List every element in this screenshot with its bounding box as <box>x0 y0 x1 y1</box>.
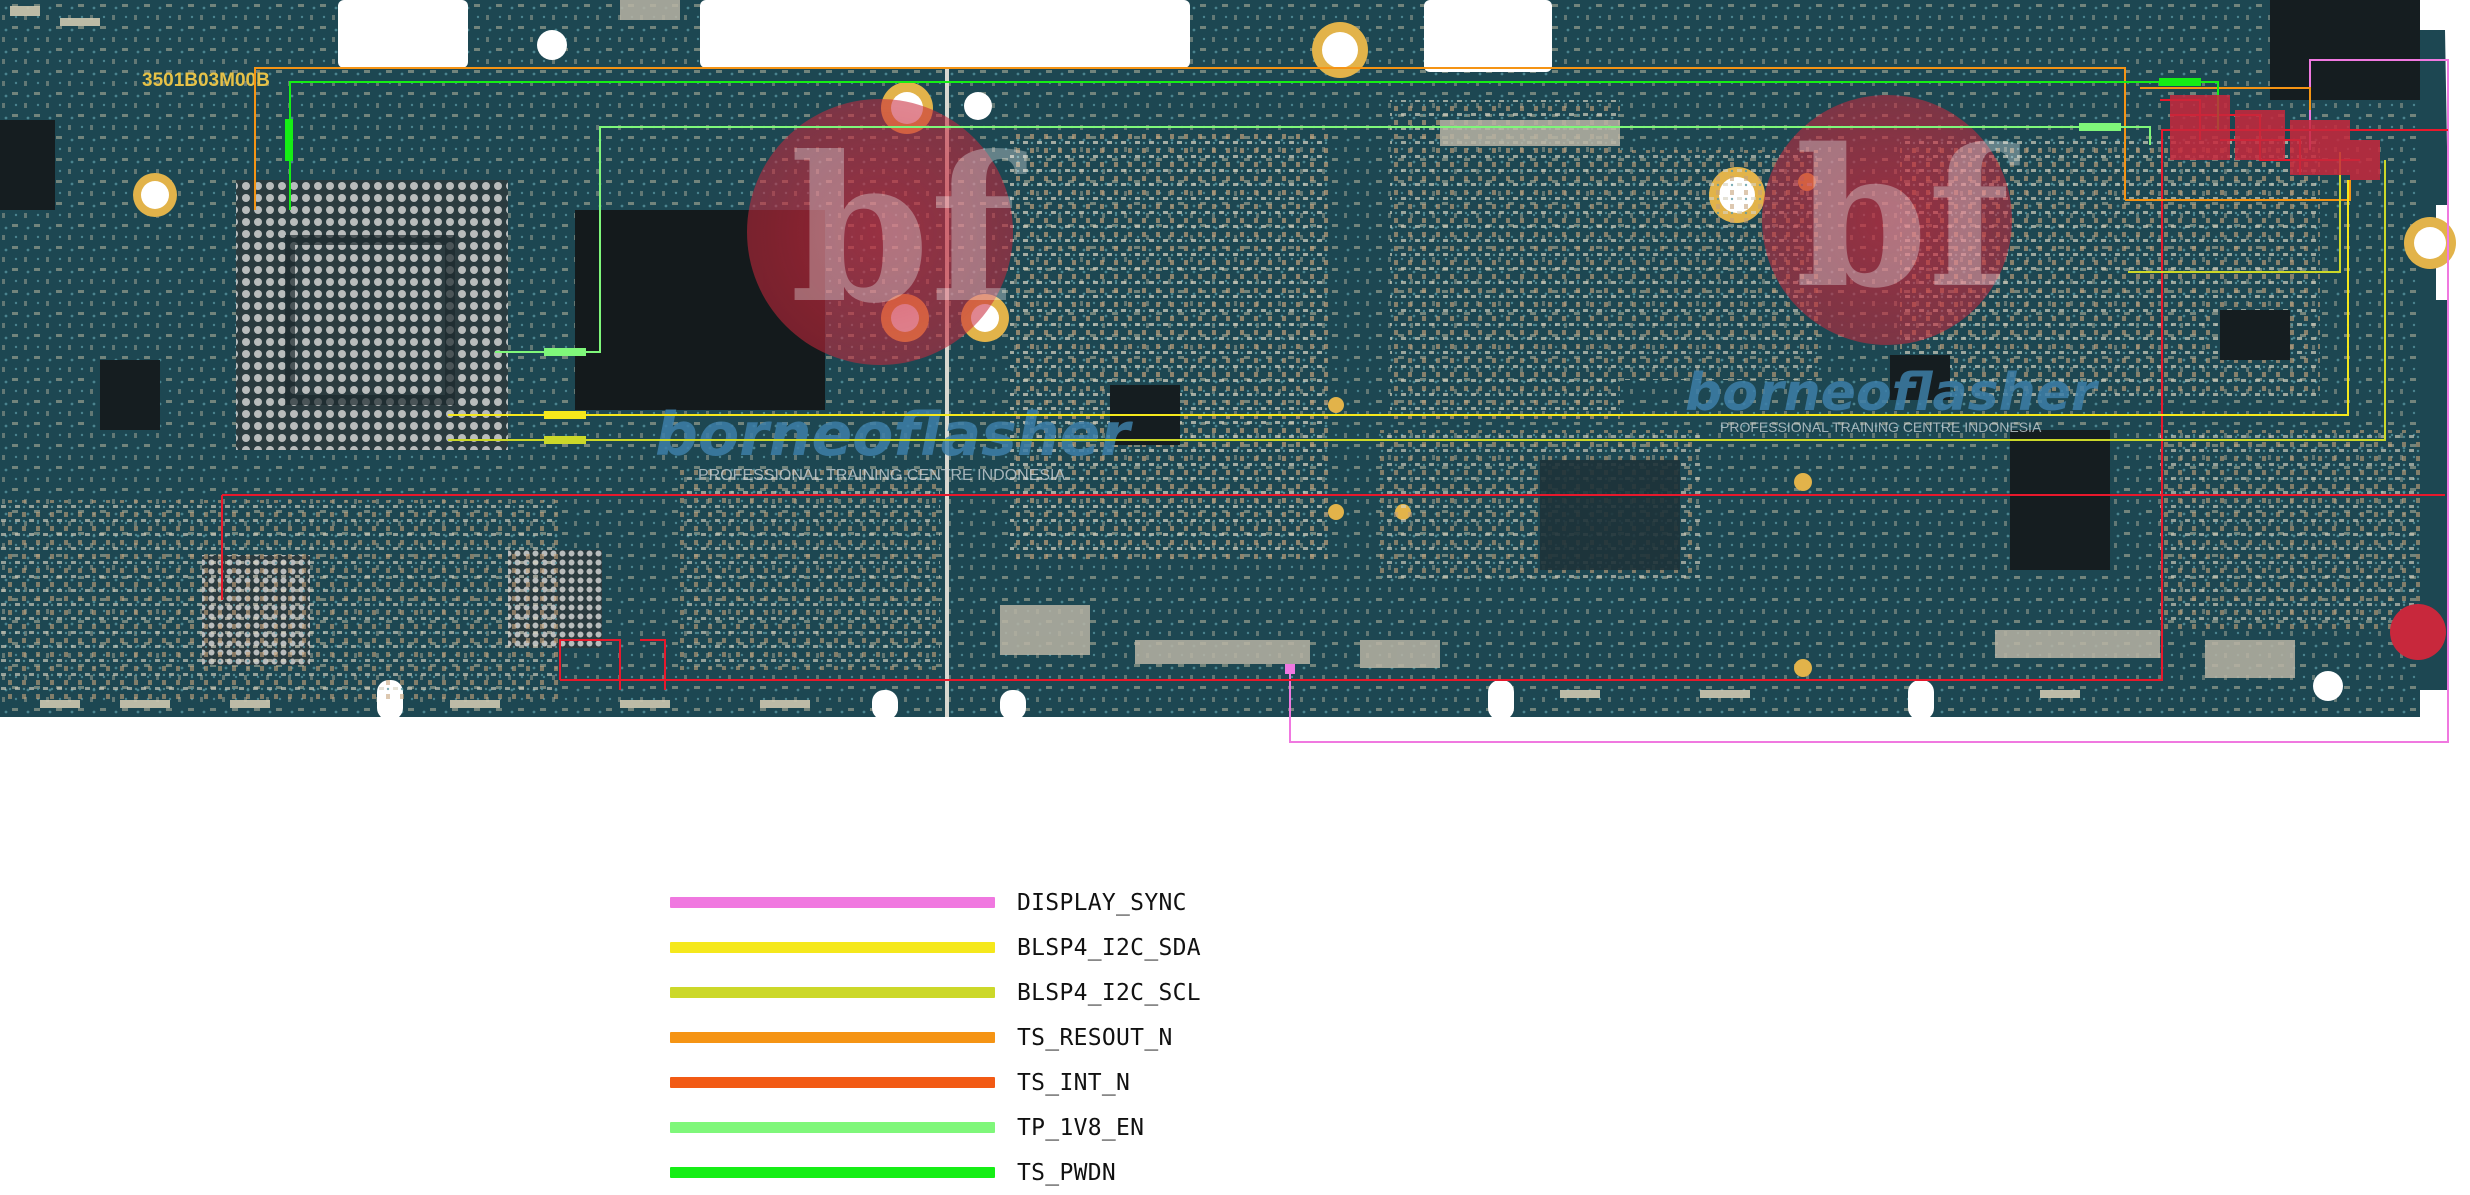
signal-legend: DISPLAY_SYNC BLSP4_I2C_SDA BLSP4_I2C_SCL… <box>670 880 1370 1195</box>
svg-text:bf: bf <box>1795 107 2020 330</box>
soc-bga-chip <box>236 180 508 450</box>
board-split-line <box>945 0 949 717</box>
legend-item-tp-1v8-en: TP_1V8_EN <box>670 1105 1370 1150</box>
pcb-board-svg: 3501B03M00B bf bf borneoflasher PROFESSI… <box>0 0 2456 743</box>
legend-swatch <box>670 1077 995 1088</box>
legend-swatch <box>670 897 995 908</box>
svg-text:bf: bf <box>790 113 1027 348</box>
legend-item-ts-pwdn: TS_PWDN <box>670 1150 1370 1195</box>
pcb-board-diagram: 3501B03M00B bf bf borneoflasher PROFESSI… <box>0 0 2470 760</box>
part-number-silkscreen: 3501B03M00B <box>142 70 270 91</box>
watermark-brand-left: borneoflasher <box>655 400 1133 470</box>
legend-label: BLSP4_I2C_SCL <box>1017 979 1201 1006</box>
cutout <box>338 0 468 68</box>
watermark-tagline-right: PROFESSIONAL TRAINING CENTRE INDONESIA <box>1720 419 2042 435</box>
legend-item-blsp4-i2c-scl: BLSP4_I2C_SCL <box>670 970 1370 1015</box>
legend-label: TS_PWDN <box>1017 1159 1117 1186</box>
legend-label: TS_INT_N <box>1017 1069 1131 1096</box>
legend-label: TS_RESOUT_N <box>1017 1024 1173 1051</box>
legend-item-ts-resout-n: TS_RESOUT_N <box>670 1015 1370 1060</box>
legend-swatch <box>670 1032 995 1043</box>
legend-swatch <box>670 987 995 998</box>
legend-swatch <box>670 1122 995 1133</box>
legend-swatch <box>670 1167 995 1178</box>
legend-label: DISPLAY_SYNC <box>1017 889 1187 916</box>
legend-item-display-sync: DISPLAY_SYNC <box>670 880 1370 925</box>
watermark-logo-left: bf <box>747 99 1027 365</box>
legend-label: TP_1V8_EN <box>1017 1114 1145 1141</box>
legend-item-blsp4-i2c-sda: BLSP4_I2C_SDA <box>670 925 1370 970</box>
cutout <box>1424 0 1552 72</box>
watermark-logo-right: bf <box>1762 95 2020 345</box>
legend-swatch <box>670 942 995 953</box>
red-component <box>2390 604 2446 660</box>
cutout <box>700 0 1190 68</box>
watermark-tagline-left: PROFESSIONAL TRAINING CENTRE INDONESIA <box>698 467 1066 484</box>
legend-label: BLSP4_I2C_SDA <box>1017 934 1201 961</box>
legend-item-ts-int-n: TS_INT_N <box>670 1060 1370 1105</box>
